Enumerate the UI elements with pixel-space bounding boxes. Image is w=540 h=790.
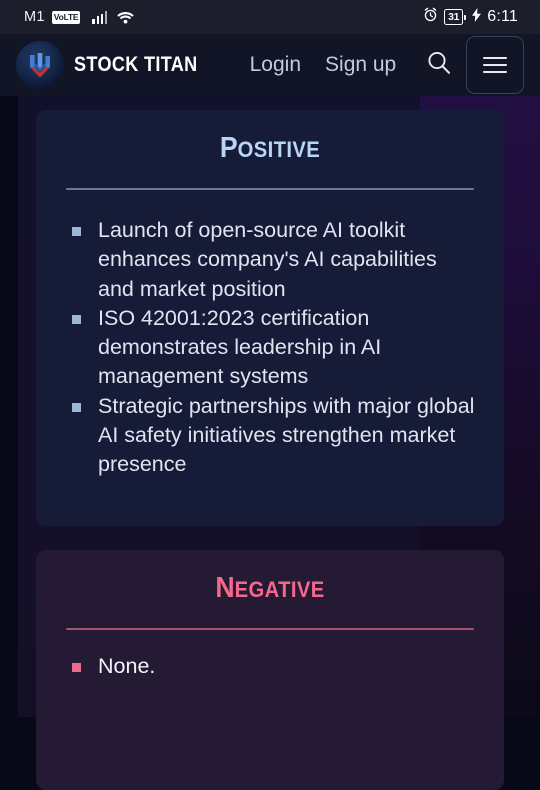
positive-bullet-list: Launch of open-source AI toolkit enhance… — [62, 216, 478, 480]
volte-badge: VoLTE — [51, 10, 81, 24]
status-bar-right: 31 6:11 — [423, 7, 518, 27]
nav-signup-link[interactable]: Sign up — [325, 53, 396, 77]
battery-indicator: 31 — [444, 9, 467, 25]
carrier-label: M1 — [24, 9, 45, 25]
battery-level-label: 31 — [444, 9, 464, 25]
search-button[interactable] — [422, 48, 456, 82]
stock-titan-logo-icon — [16, 41, 64, 89]
list-item: None. — [72, 652, 478, 681]
negative-title-initial: N — [215, 572, 235, 604]
positive-card-divider — [66, 188, 474, 190]
negative-card: NEGATIVE None. — [36, 550, 504, 790]
wifi-icon — [117, 11, 134, 24]
status-bar-left: M1 VoLTE — [24, 9, 134, 25]
alarm-clock-icon — [423, 7, 438, 27]
negative-card-title: NEGATIVE — [79, 572, 462, 605]
brand-wordmark: STOCK TITAN — [74, 53, 198, 76]
battery-tip — [464, 14, 467, 20]
clock-label: 6:11 — [487, 8, 518, 25]
nav-login-link[interactable]: Login — [250, 53, 301, 77]
negative-bullet-list: None. — [62, 652, 478, 681]
site-header: STOCK TITAN Login Sign up — [0, 34, 540, 96]
hamburger-menu-button[interactable] — [466, 36, 524, 94]
header-nav: Login Sign up — [250, 53, 397, 77]
sentiment-cards: POSITIVE Launch of open-source AI toolki… — [0, 96, 540, 790]
positive-title-rest: OSITIVE — [237, 137, 321, 162]
list-item: ISO 42001:2023 certification demonstrate… — [72, 304, 478, 392]
negative-card-divider — [66, 628, 474, 630]
signal-bars-icon — [92, 10, 108, 24]
hamburger-menu-icon — [483, 57, 507, 59]
positive-card: POSITIVE Launch of open-source AI toolki… — [36, 110, 504, 526]
brand-link[interactable]: STOCK TITAN — [16, 41, 218, 89]
charging-bolt-icon — [472, 7, 482, 27]
positive-title-initial: P — [219, 132, 238, 164]
list-item: Launch of open-source AI toolkit enhance… — [72, 216, 478, 304]
search-icon — [424, 48, 454, 83]
positive-card-title: POSITIVE — [79, 132, 462, 165]
status-bar: M1 VoLTE 31 6:11 — [0, 0, 540, 34]
header-actions — [422, 36, 524, 94]
negative-title-rest: EGATIVE — [234, 577, 325, 602]
list-item: Strategic partnerships with major global… — [72, 392, 478, 480]
